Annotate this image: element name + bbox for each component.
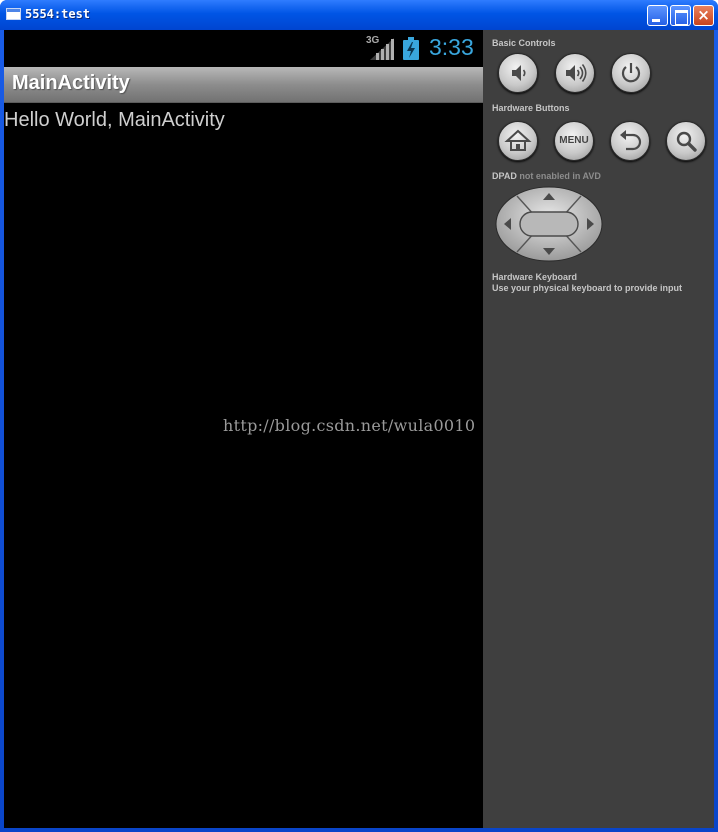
battery-charging-icon bbox=[403, 37, 419, 60]
power-button[interactable] bbox=[611, 53, 651, 93]
back-icon bbox=[620, 130, 642, 151]
hardware-keyboard-title: Hardware Keyboard bbox=[492, 272, 578, 282]
maximize-button[interactable] bbox=[670, 5, 691, 26]
volume-down-button[interactable] bbox=[498, 53, 538, 93]
controls-panel: Basic Controls Hardware Buttons MENU DPA… bbox=[483, 30, 714, 828]
back-button[interactable] bbox=[610, 121, 650, 161]
power-icon bbox=[621, 63, 641, 83]
search-button[interactable] bbox=[666, 121, 706, 161]
hardware-keyboard-note: Use your physical keyboard to provide in… bbox=[492, 283, 683, 293]
volume-down-icon bbox=[512, 65, 526, 81]
action-bar: MainActivity bbox=[4, 67, 483, 103]
menu-button[interactable]: MENU bbox=[554, 121, 594, 161]
dpad-label: DPAD not enabled in AVD bbox=[492, 171, 601, 181]
hello-text: Hello World, MainActivity bbox=[4, 109, 225, 131]
basic-controls-label: Basic Controls bbox=[492, 38, 556, 48]
close-button[interactable]: × bbox=[693, 5, 714, 26]
watermark-text: http://blog.csdn.net/wula0010 bbox=[223, 416, 476, 435]
title-bar[interactable]: 5554:test × bbox=[0, 0, 718, 30]
close-icon: × bbox=[697, 6, 710, 24]
action-bar-title: MainActivity bbox=[12, 72, 130, 94]
app-window-icon bbox=[6, 8, 21, 20]
window-title: 5554:test bbox=[25, 7, 91, 21]
volume-up-button[interactable] bbox=[555, 53, 595, 93]
status-clock: 3:33 bbox=[429, 34, 474, 60]
home-icon bbox=[504, 129, 532, 151]
dpad-note: not enabled in AVD bbox=[519, 171, 601, 181]
dpad-title: DPAD bbox=[492, 171, 517, 181]
volume-up-icon bbox=[566, 64, 587, 82]
hardware-keyboard-info: Hardware Keyboard Use your physical keyb… bbox=[492, 272, 682, 294]
menu-button-label: MENU bbox=[559, 135, 589, 146]
signal-icon bbox=[370, 38, 394, 60]
hardware-buttons-label: Hardware Buttons bbox=[492, 103, 570, 113]
status-bar: 3G 3:33 bbox=[4, 30, 483, 67]
minimize-button[interactable] bbox=[647, 5, 668, 26]
dpad-control[interactable] bbox=[495, 186, 603, 262]
search-icon bbox=[676, 131, 697, 152]
home-button[interactable] bbox=[498, 121, 538, 161]
emulator-window: 5554:test × 3G 3:33 MainActivity Hello W… bbox=[0, 0, 718, 832]
